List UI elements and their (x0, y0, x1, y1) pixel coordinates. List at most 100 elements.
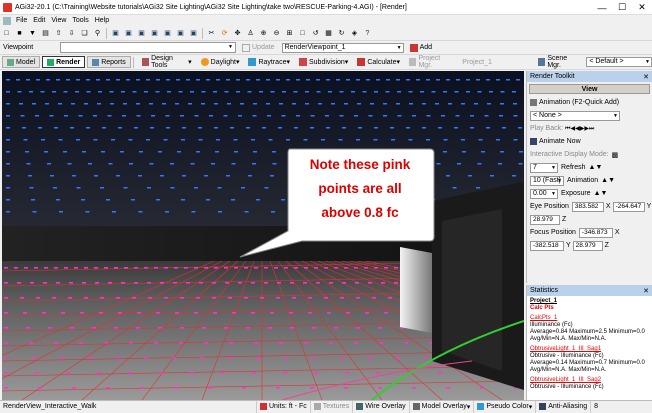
import-icon[interactable]: ⇧ (54, 29, 63, 38)
print-icon[interactable]: ▤ (41, 29, 50, 38)
model-overlay-toggle[interactable]: Model Overlay ▾ (408, 400, 474, 413)
view-section-header[interactable]: View (529, 84, 650, 94)
design-tools-button[interactable]: Design Tools ▾ (139, 55, 195, 69)
menu-tools[interactable]: Tools (72, 17, 88, 24)
ceiling-point (63, 151, 67, 153)
stat-block-name[interactable]: ObtrusiveLight_1_III_Sag2 (530, 377, 649, 384)
close-button[interactable]: ✕ (632, 0, 652, 15)
animation-spinner-icon[interactable]: ▲▼ (601, 177, 615, 184)
ceiling-point (6, 91, 10, 93)
animation-row[interactable]: Animation (F2-Quick Add) (527, 96, 652, 109)
ceiling-point (94, 175, 98, 177)
exposure-combo[interactable]: 0.00 (530, 188, 558, 199)
render-viewpoint-combo[interactable]: RenderViewpoint_1 (281, 42, 404, 53)
minimize-button[interactable]: — (592, 0, 612, 15)
pink-point (164, 267, 168, 269)
cut-icon[interactable]: ✂ (207, 29, 216, 38)
new-file-icon[interactable]: □ (2, 29, 11, 38)
ceiling-point (256, 79, 260, 81)
textures-toggle[interactable]: Textures (309, 400, 352, 413)
raytrace-button[interactable]: Raytrace ▾ (245, 56, 293, 68)
close-icon[interactable]: ✕ (643, 73, 649, 81)
ceiling-point (76, 187, 81, 189)
menu-view[interactable]: View (51, 17, 66, 24)
stat-block-name[interactable]: CalcPts_1 (530, 315, 649, 322)
maximize-button[interactable]: ☐ (612, 0, 632, 15)
focus-z-field[interactable]: 28.979 (572, 240, 603, 251)
eye-y-field[interactable]: -264.647 (612, 201, 645, 212)
pink-point (228, 357, 232, 359)
tab-render[interactable]: Render (42, 56, 86, 68)
zoom-extents-icon[interactable]: ⊞ (285, 29, 294, 38)
ceiling-point (36, 79, 40, 81)
close-icon[interactable]: ✕ (643, 287, 649, 295)
eye-x-field[interactable]: 383.582 (571, 201, 604, 212)
daylight-button[interactable]: Daylight ▾ (198, 56, 243, 68)
zoom-previous-icon[interactable]: ↺ (311, 29, 320, 38)
anti-aliasing-value[interactable]: 8 (590, 400, 601, 413)
eye-z-field[interactable]: 28.979 (530, 214, 560, 225)
wire-overlay-toggle[interactable]: Wire Overlay (352, 400, 408, 413)
pink-point (368, 357, 372, 359)
zoom-in-icon[interactable]: ⊕ (259, 29, 268, 38)
focus-y-field[interactable]: -382.518 (530, 240, 564, 251)
scene-mgr-button[interactable]: Scene Mgr. (535, 55, 583, 69)
ceiling-point (70, 127, 74, 129)
save-icon[interactable]: ■ (15, 29, 24, 38)
scene-combo[interactable]: < Default > (586, 57, 652, 67)
project-mgr-button[interactable]: Project Mgr. (406, 55, 456, 69)
ceiling-point (386, 79, 390, 81)
update-button[interactable]: Update (239, 42, 278, 54)
ceiling-point (513, 103, 517, 105)
view-front-icon[interactable]: ▣ (111, 29, 120, 38)
add-viewpoint-button[interactable]: Add (407, 42, 435, 54)
calculate-button[interactable]: Calculate ▾ (354, 56, 403, 68)
playback-controls-icon[interactable]: ⏮◀◀▶▶⏭ (565, 125, 594, 133)
zoom-icon[interactable]: ⚲ (93, 29, 102, 38)
menu-edit[interactable]: Edit (33, 17, 45, 24)
copy-icon[interactable]: ❏ (80, 29, 89, 38)
zoom-out-icon[interactable]: ⊖ (272, 29, 281, 38)
help-icon[interactable]: ? (363, 29, 372, 38)
project-selector[interactable]: Project_1 (459, 56, 495, 68)
refresh-combo[interactable]: 7 (530, 162, 558, 173)
anti-aliasing-toggle[interactable]: Anti-Aliasing (535, 400, 590, 413)
display-mode-icon[interactable]: ▩ (612, 151, 619, 159)
pink-point (118, 312, 122, 314)
subdivision-button[interactable]: Subdivision ▾ (296, 56, 351, 68)
tab-reports[interactable]: Reports (87, 56, 131, 68)
view-iso-icon[interactable]: ▣ (176, 29, 185, 38)
menu-help[interactable]: Help (95, 17, 109, 24)
animation-combo[interactable]: < None > (530, 110, 620, 121)
animation-speed-combo[interactable]: 10 (Fast) (530, 175, 564, 186)
zoom-all-icon[interactable]: ▦ (324, 29, 333, 38)
pan-icon[interactable]: ✥ (233, 29, 242, 38)
open-icon[interactable]: ▼ (28, 29, 37, 38)
pink-point (70, 327, 74, 329)
focus-x-field[interactable]: -346.873 (578, 227, 613, 238)
refresh-spinner-icon[interactable]: ▲▼ (589, 164, 603, 171)
viewpoint-scope-combo[interactable] (60, 42, 236, 53)
tab-model[interactable]: Model (2, 56, 41, 68)
render-viewport[interactable]: Note these pink points are all above 0.8… (2, 71, 524, 400)
eye-position-label: Eye Position (530, 203, 569, 210)
units-indicator[interactable]: Units: ft - Fc (256, 400, 310, 413)
orbit-icon[interactable]: ⟳ (220, 29, 229, 38)
zoom-window-icon[interactable]: □ (298, 29, 307, 38)
menu-file[interactable]: File (16, 17, 27, 24)
view-right-icon[interactable]: ▣ (150, 29, 159, 38)
app-menu-icon[interactable] (3, 16, 11, 25)
regen-icon[interactable]: ◈ (350, 29, 359, 38)
pseudo-color-icon (477, 403, 485, 410)
exposure-spinner-icon[interactable]: ▲▼ (594, 190, 608, 197)
view-3d-icon[interactable]: ▣ (189, 29, 198, 38)
pseudo-color-toggle[interactable]: Pseudo Color ▾ (473, 400, 535, 413)
view-left-icon[interactable]: ▣ (137, 29, 146, 38)
view-back-icon[interactable]: ▣ (124, 29, 133, 38)
redraw-icon[interactable]: ↻ (337, 29, 346, 38)
export-icon[interactable]: ⇩ (67, 29, 76, 38)
walk-icon[interactable]: ♙ (246, 29, 255, 38)
view-top-icon[interactable]: ▣ (163, 29, 172, 38)
stat-block-name[interactable]: ObtrusiveLight_1_III_Sag1 (530, 346, 649, 353)
animate-now-button[interactable]: Animate Now (527, 135, 652, 148)
